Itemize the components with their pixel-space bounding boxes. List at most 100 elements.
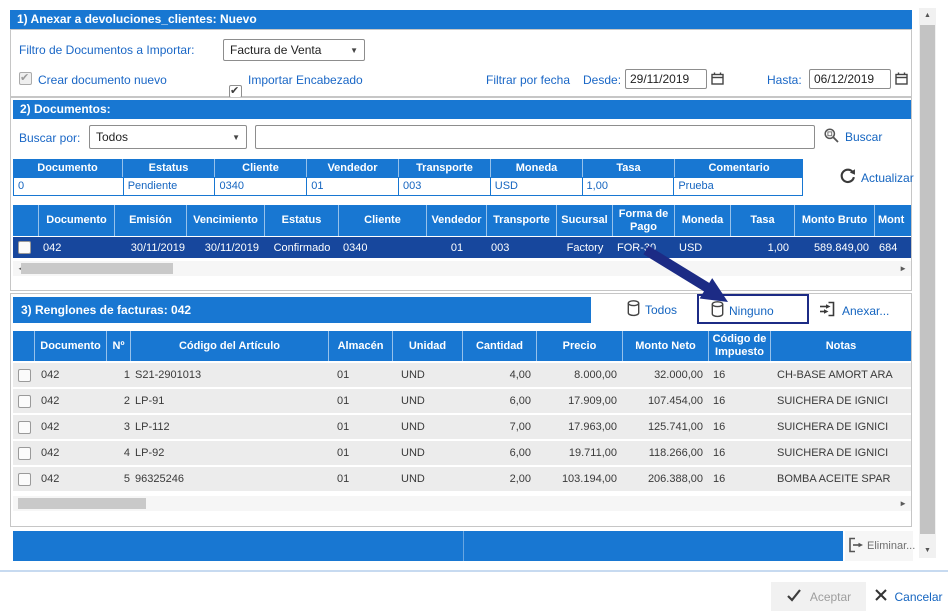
cell: 16: [709, 447, 771, 459]
cell: 96325246: [131, 473, 329, 485]
hasta-calendar-icon[interactable]: [895, 72, 908, 88]
hscrollbar-thumb[interactable]: [18, 498, 146, 509]
header-cell: Transporte: [487, 205, 557, 236]
aceptar-button[interactable]: Aceptar: [771, 582, 866, 611]
header-cell: Comentario: [675, 159, 803, 177]
pending-table-header: Documento Estatus Cliente Vendedor Trans…: [13, 159, 803, 177]
refresh-icon: [839, 168, 856, 188]
eliminar-button[interactable]: Eliminar...: [845, 531, 913, 561]
cell: 7,00: [463, 421, 537, 433]
header-cell: Forma de Pago: [613, 205, 675, 236]
lines-table-row[interactable]: 042 4 LP-92 01 UND 6,00 19.711,00 118.26…: [13, 441, 911, 465]
cell: Pendiente: [124, 178, 216, 195]
desde-label: Desde:: [583, 73, 621, 87]
cell: 2,00: [463, 473, 537, 485]
cell: 19.711,00: [537, 447, 623, 459]
cell: 01: [307, 178, 399, 195]
desde-input[interactable]: [625, 69, 707, 89]
cell: 589.849,00: [795, 242, 875, 254]
lines-table-row[interactable]: 042 2 LP-91 01 UND 6,00 17.909,00 107.45…: [13, 389, 911, 413]
cell: 30/11/2019: [115, 242, 187, 254]
scroll-right-icon[interactable]: ►: [899, 264, 907, 273]
cell: Factory: [557, 242, 613, 254]
chevron-down-icon: ▼: [232, 133, 240, 142]
search-input[interactable]: [255, 125, 815, 149]
row-checkbox[interactable]: [18, 369, 31, 382]
header-cell: Vendedor: [427, 205, 487, 236]
buscar-button[interactable]: Buscar: [823, 127, 882, 147]
cell: SUICHERA DE IGNICI: [771, 447, 911, 459]
cell: UND: [393, 369, 463, 381]
header-cell: Código de Impuesto: [709, 331, 771, 361]
cell: 16: [709, 421, 771, 433]
row-checkbox[interactable]: [18, 447, 31, 460]
documents-table-header: Documento Emisión Vencimiento Estatus Cl…: [13, 205, 911, 237]
cell: 5: [107, 473, 131, 485]
actualizar-label: Actualizar: [861, 171, 914, 185]
pending-table-row[interactable]: 0 Pendiente 0340 01 003 USD 1,00 Prueba: [13, 177, 803, 196]
cell: LP-91: [131, 395, 329, 407]
hscrollbar-thumb[interactable]: [21, 263, 173, 274]
documents-hscrollbar[interactable]: ◄ ►: [13, 261, 911, 276]
cell: SUICHERA DE IGNICI: [771, 395, 911, 407]
scroll-down-icon[interactable]: ▼: [919, 547, 936, 554]
lines-table-row[interactable]: 042 1 S21-2901013 01 UND 4,00 8.000,00 3…: [13, 363, 911, 387]
cell: 4,00: [463, 369, 537, 381]
cell: 125.741,00: [623, 421, 709, 433]
header-cell: Documento: [39, 205, 115, 236]
cell: 6,00: [463, 395, 537, 407]
cell: USD: [491, 178, 583, 195]
remove-arrow-icon: [847, 537, 865, 556]
header-cell: Transporte: [399, 159, 491, 177]
crear-documento-checkbox[interactable]: [19, 72, 32, 85]
row-checkbox[interactable]: [18, 395, 31, 408]
cancelar-button[interactable]: Cancelar: [869, 582, 948, 611]
cell: 3: [107, 421, 131, 433]
chevron-down-icon: ▼: [350, 46, 358, 55]
aceptar-label: Aceptar: [810, 590, 851, 604]
row-checkbox[interactable]: [18, 241, 31, 254]
footer-bar-divider: [463, 531, 464, 561]
cell: 4: [107, 447, 131, 459]
cell: CH-BASE AMORT ARA: [771, 369, 911, 381]
header-cell: Documento: [35, 331, 107, 361]
annotation-arrow-to-ninguno: [640, 246, 740, 308]
actualizar-button[interactable]: Actualizar: [839, 168, 914, 188]
documents-table-row-selected[interactable]: 042 30/11/2019 30/11/2019 Confirmado 034…: [13, 237, 911, 258]
cell: 1: [107, 369, 131, 381]
lines-table-row[interactable]: 042 3 LP-112 01 UND 7,00 17.963,00 125.7…: [13, 415, 911, 439]
row-checkbox[interactable]: [18, 473, 31, 486]
main-vscrollbar[interactable]: ▲ ▼: [919, 8, 936, 558]
cell: 003: [487, 242, 557, 254]
header-cell: Mont: [875, 205, 911, 236]
cancelar-label: Cancelar: [894, 590, 942, 604]
cell: Confirmado: [265, 242, 339, 254]
cell: 8.000,00: [537, 369, 623, 381]
header-cell: Tasa: [731, 205, 795, 236]
desde-calendar-icon[interactable]: [711, 72, 724, 88]
header-cell: Cliente: [339, 205, 427, 236]
bottom-divider: [0, 570, 948, 572]
buscar-por-select[interactable]: Todos ▼: [89, 125, 247, 149]
cell: 2: [107, 395, 131, 407]
cell: LP-112: [131, 421, 329, 433]
lines-table-row[interactable]: 042 5 96325246 01 UND 2,00 103.194,00 20…: [13, 467, 911, 491]
header-cell: Nº: [107, 331, 131, 361]
lines-table-body: 042 1 S21-2901013 01 UND 4,00 8.000,00 3…: [13, 363, 911, 491]
database-icon: [627, 300, 640, 320]
lines-hscrollbar[interactable]: ◄ ►: [13, 496, 911, 511]
scroll-up-icon[interactable]: ▲: [919, 12, 936, 19]
cell: 0340: [339, 242, 427, 254]
anexar-button[interactable]: Anexar...: [819, 301, 889, 320]
cell: 16: [709, 395, 771, 407]
header-cell: Moneda: [491, 159, 583, 177]
document-type-select[interactable]: Factura de Venta ▼: [223, 39, 365, 61]
hasta-input[interactable]: [809, 69, 891, 89]
pending-table: Documento Estatus Cliente Vendedor Trans…: [13, 159, 803, 196]
header-cell: Unidad: [393, 331, 463, 361]
dialog-title-bar: 1) Anexar a devoluciones_clientes: Nuevo: [10, 10, 912, 29]
scroll-right-icon[interactable]: ►: [899, 499, 907, 508]
documents-panel: 2) Documentos: Buscar por: Todos ▼ Busca…: [10, 97, 912, 291]
vscrollbar-thumb[interactable]: [920, 25, 935, 534]
row-checkbox[interactable]: [18, 421, 31, 434]
